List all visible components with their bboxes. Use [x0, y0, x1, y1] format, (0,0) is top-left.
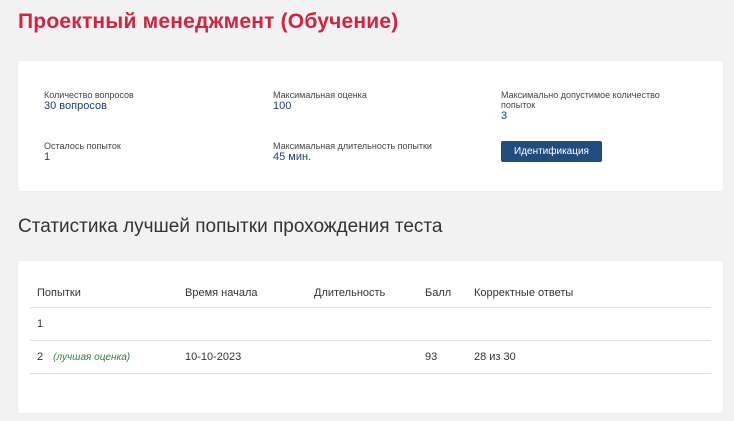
stats-table: Попытки Время начала Длительность Балл К… — [30, 279, 711, 374]
score-cell: 93 — [418, 340, 467, 374]
start-time-cell — [178, 307, 307, 341]
column-header-correct: Корректные ответы — [467, 279, 711, 308]
correct-answers-cell — [467, 307, 711, 341]
stats-card: Попытки Время начала Длительность Балл К… — [18, 261, 723, 413]
attempts-left-label: Осталось попыток — [44, 141, 121, 151]
column-header-score: Балл — [418, 279, 467, 308]
table-row: 1 — [30, 307, 711, 341]
column-header-attempts: Попытки — [30, 279, 178, 308]
duration-cell — [307, 340, 418, 374]
max-attempts-info: Максимально допустимое количество попыто… — [501, 90, 681, 122]
attempts-left-value: 1 — [44, 151, 51, 163]
identification-button[interactable]: Идентификация — [501, 141, 602, 162]
attempt-number: 1 — [37, 317, 44, 330]
max-attempts-label: Максимально допустимое количество попыто… — [501, 90, 660, 110]
max-duration-label: Максимальная длительность попытки — [273, 141, 432, 151]
column-header-duration: Длительность — [307, 279, 418, 308]
max-duration-value: 45 мин. — [273, 151, 312, 163]
max-duration-info: Максимальная длительность попытки 45 мин… — [273, 141, 473, 163]
page-title: Проектный менеджмент (Обучение) — [18, 10, 399, 33]
correct-answers-cell: 28 из 30 — [467, 340, 711, 374]
attempt-number: 2 — [37, 350, 44, 363]
max-score-value: 100 — [273, 100, 292, 112]
attempt-cell: 2 (лучшая оценка) — [30, 340, 178, 374]
max-score-label: Максимальная оценка — [273, 90, 367, 100]
attempts-left-info: Осталось попыток 1 — [44, 141, 244, 163]
max-attempts-value: 3 — [501, 110, 508, 122]
questions-count-value: 30 вопросов — [44, 100, 107, 112]
questions-count-info: Количество вопросов 30 вопросов — [44, 90, 244, 112]
best-score-note: (лучшая оценка) — [53, 351, 131, 363]
stats-section-title: Статистика лучшей попытки прохождения те… — [18, 216, 443, 237]
table-row: 2 (лучшая оценка) 10-10-2023 93 28 из 30 — [30, 340, 711, 374]
column-header-start-time: Время начала — [178, 279, 307, 308]
score-cell — [418, 307, 467, 341]
max-score-info: Максимальная оценка 100 — [273, 90, 473, 112]
duration-cell — [307, 307, 418, 341]
test-info-card: Количество вопросов 30 вопросов Максимал… — [18, 61, 723, 191]
stats-table-header: Попытки Время начала Длительность Балл К… — [30, 279, 711, 308]
start-time-cell: 10-10-2023 — [178, 340, 307, 374]
attempt-cell: 1 — [30, 307, 178, 341]
questions-count-label: Количество вопросов — [44, 90, 134, 100]
